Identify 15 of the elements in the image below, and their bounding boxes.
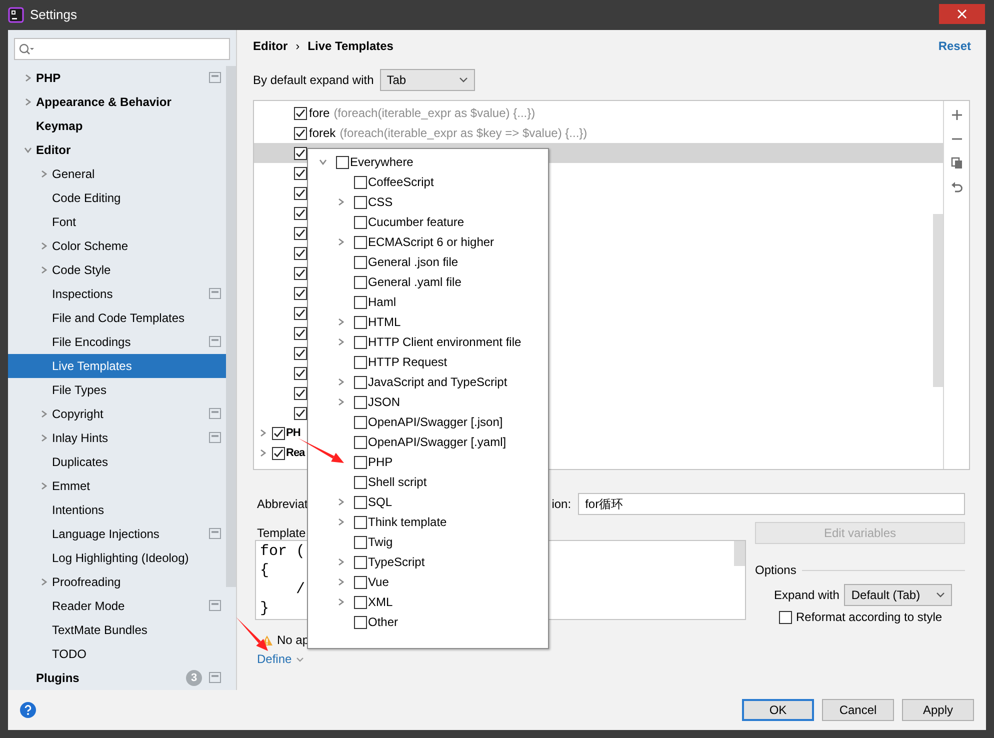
abbreviation-label: Abbreviat — [257, 496, 308, 513]
template-description: (foreach(iterable_expr as $value) {...}) — [334, 105, 536, 122]
template-text-label: Template — [257, 525, 307, 540]
breadcrumb-item: Editor — [253, 38, 288, 55]
description-label: ion: — [552, 496, 572, 513]
window-title: Settings — [30, 6, 78, 24]
code-text: for ( { / } — [260, 542, 306, 618]
expand-label: By default expand with — [253, 72, 374, 89]
breadcrumb-separator: › — [296, 38, 300, 55]
reformat-label: Reformat according to style — [796, 609, 942, 626]
count-badge: 3 — [186, 670, 202, 686]
template-description: (foreach(iterable_expr as $key => $value) {...}) — [340, 125, 588, 142]
breadcrumb-item: Live Templates — [308, 38, 394, 55]
expand-with-label: Expand with — [774, 587, 840, 604]
options-heading: Options — [755, 562, 796, 579]
